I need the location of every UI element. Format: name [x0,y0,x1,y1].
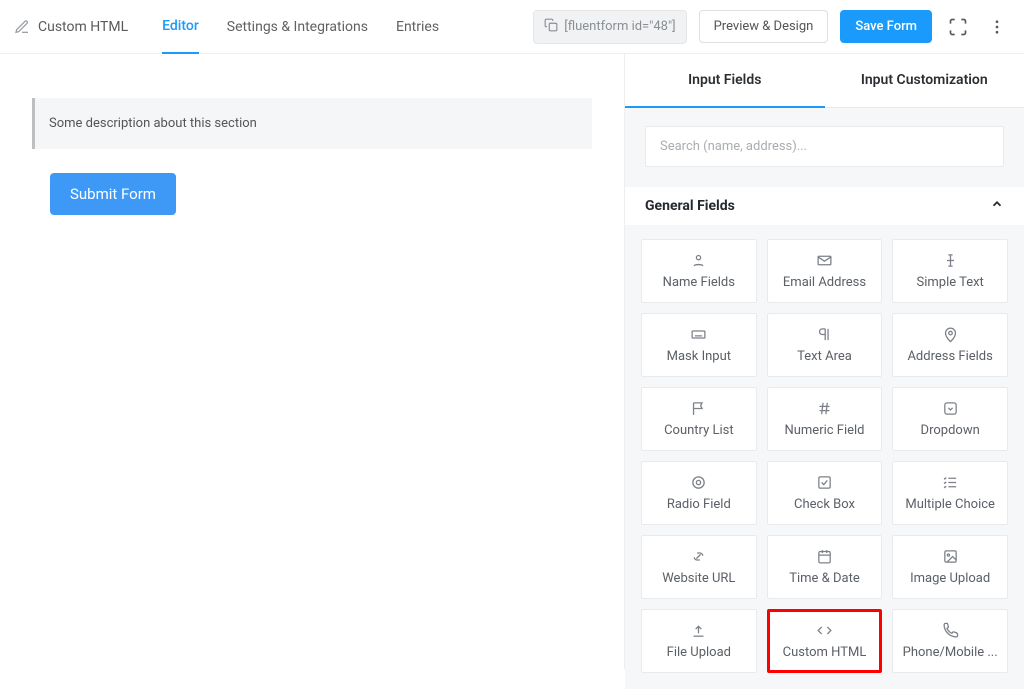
save-label: Save Form [855,19,917,34]
group-header-general[interactable]: General Fields [625,187,1024,225]
field-tile-radio-field[interactable]: Radio Field [641,461,757,525]
field-tile-mask-input[interactable]: Mask Input [641,313,757,377]
user-icon [690,252,707,269]
fields-grid: Name Fields Email Address Simple Text Mask … [625,225,1024,689]
textcursor-icon [942,252,959,269]
side-tab-input-customization[interactable]: Input Customization [825,54,1024,108]
upload-icon [690,622,707,639]
field-tile-numeric-field[interactable]: Numeric Field [767,387,883,451]
preview-label: Preview & Design [714,19,814,34]
code-icon [816,622,833,639]
page-title: Custom HTML [38,19,128,35]
field-tile-label: Text Area [797,349,852,364]
field-tile-label: Custom HTML [783,645,867,660]
section-description: Some description about this section [49,116,257,131]
field-tile-multiple-choice[interactable]: Multiple Choice [892,461,1008,525]
field-tile-label: Mask Input [667,349,731,364]
field-tile-time-date[interactable]: Time & Date [767,535,883,599]
tab-editor[interactable]: Editor [162,0,199,54]
top-bar: Custom HTML Editor Settings & Integratio… [0,0,1024,54]
tab-entries[interactable]: Entries [396,1,439,53]
field-tile-custom-html[interactable]: Custom HTML [767,609,883,673]
field-tile-email-address[interactable]: Email Address [767,239,883,303]
side-tab-input-fields-label: Input Fields [688,72,761,88]
tab-entries-label: Entries [396,19,439,35]
mail-icon [816,252,833,269]
check-icon [816,474,833,491]
target-icon [690,474,707,491]
field-tile-label: File Upload [667,645,731,660]
field-tile-text-area[interactable]: Text Area [767,313,883,377]
chevron-up-icon [990,197,1004,215]
phone-icon [942,622,959,639]
listcheck-icon [942,474,959,491]
hash-icon [816,400,833,417]
chevboxdown-icon [942,400,959,417]
image-icon [942,548,959,565]
field-tile-website-url[interactable]: Website URL [641,535,757,599]
field-tile-label: Email Address [783,275,866,290]
tab-editor-label: Editor [162,18,199,34]
calendar-icon [816,548,833,565]
field-tile-label: Dropdown [921,423,980,438]
pin-icon [942,326,959,343]
more-icon[interactable] [984,14,1010,40]
group-title: General Fields [645,198,735,214]
field-tile-label: Phone/Mobile ... [903,645,998,660]
side-tab-customization-label: Input Customization [861,72,988,88]
keyboard-icon [690,326,707,343]
paragraph-icon [816,326,833,343]
field-tile-simple-text[interactable]: Simple Text [892,239,1008,303]
fullscreen-icon[interactable] [944,13,972,41]
field-tile-label: Name Fields [663,275,735,290]
side-tab-input-fields[interactable]: Input Fields [625,54,825,108]
tab-settings[interactable]: Settings & Integrations [227,1,368,53]
field-tile-label: Check Box [794,497,855,512]
field-tile-label: Multiple Choice [905,497,995,512]
field-tile-label: Image Upload [910,571,990,586]
field-tile-label: Simple Text [916,275,983,290]
copy-icon [544,18,558,36]
form-canvas: Some description about this section Subm… [0,54,624,669]
flag-icon [690,400,707,417]
save-button[interactable]: Save Form [840,10,932,43]
tab-settings-label: Settings & Integrations [227,19,368,35]
field-tile-phone-mobile[interactable]: Phone/Mobile ... [892,609,1008,673]
field-tile-address-fields[interactable]: Address Fields [892,313,1008,377]
shortcode-text: [fluentform id="48"] [564,19,675,34]
field-tile-label: Country List [664,423,734,438]
field-tile-dropdown[interactable]: Dropdown [892,387,1008,451]
section-card[interactable]: Some description about this section [32,98,592,149]
field-tile-file-upload[interactable]: File Upload [641,609,757,673]
submit-button[interactable]: Submit Form [50,173,176,215]
field-tile-country-list[interactable]: Country List [641,387,757,451]
preview-button[interactable]: Preview & Design [699,10,829,43]
field-tile-label: Radio Field [667,497,731,512]
sidebar: Input Fields Input Customization General… [624,54,1024,669]
field-tile-image-upload[interactable]: Image Upload [892,535,1008,599]
field-tile-label: Website URL [662,571,735,586]
main-tabs: Editor Settings & Integrations Entries [162,0,439,54]
search-input[interactable] [645,126,1004,167]
field-tile-name-fields[interactable]: Name Fields [641,239,757,303]
link-icon [690,548,707,565]
field-tile-check-box[interactable]: Check Box [767,461,883,525]
field-tile-label: Numeric Field [784,423,864,438]
field-tile-label: Address Fields [907,349,992,364]
pencil-icon [14,19,30,35]
field-tile-label: Time & Date [789,571,860,586]
submit-label: Submit Form [70,185,156,203]
shortcode-chip[interactable]: [fluentform id="48"] [533,10,686,44]
